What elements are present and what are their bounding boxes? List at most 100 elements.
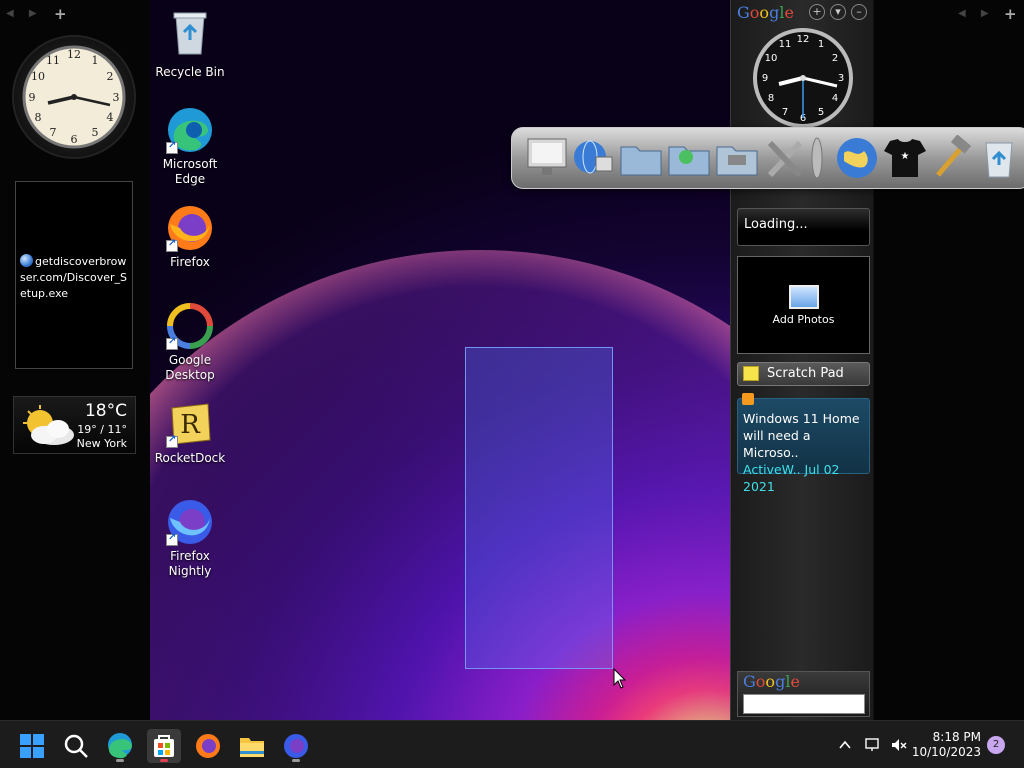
google-desktop-icon: [166, 302, 214, 350]
notification-badge[interactable]: 2: [987, 736, 1005, 754]
globe-icon: [20, 254, 33, 267]
desktop-icon-edge[interactable]: Microsoft Edge: [148, 106, 232, 187]
left-sidebar: ◀ ▶ + 12 1 2 3 45 6 78 9 10 11 getdiscoverbrow…: [0, 0, 150, 720]
tshirt-icon[interactable]: ★: [882, 135, 928, 181]
mouse-cursor-icon: [613, 668, 627, 689]
sidebar-nav-arrows[interactable]: ◀ ▶: [6, 8, 43, 19]
svg-text:10: 10: [31, 70, 45, 83]
desktop-screen: ◀ ▶ + 12 1 2 345 678 9 10 11 getdiscoverbrow…: [0, 0, 1024, 768]
svg-text:1: 1: [818, 39, 824, 50]
recycle-bin-icon: [173, 12, 207, 55]
folder-icon[interactable]: [618, 135, 664, 181]
download-gadget[interactable]: getdiscoverbrowser.com/Discover_Setup.ex…: [15, 181, 133, 369]
hammer-icon[interactable]: [928, 135, 974, 181]
menu-dropdown-button[interactable]: ▾: [830, 4, 846, 20]
firefox-icon: [196, 734, 220, 758]
clock-face-icon: 12 12 3 45 6 78 9 1011: [22, 45, 126, 149]
tray-time: 8:18 PM: [932, 730, 981, 744]
svg-text:8: 8: [768, 93, 774, 104]
google-search-gadget: Google: [737, 671, 870, 717]
add-gadget-button[interactable]: +: [54, 5, 67, 23]
start-button[interactable]: [15, 729, 49, 763]
svg-text:2: 2: [832, 53, 838, 64]
rocketdock-icon: R: [166, 400, 214, 448]
svg-text:6: 6: [71, 133, 78, 146]
add-photos-label[interactable]: Add Photos: [738, 313, 869, 326]
taskbar-firefox[interactable]: [191, 729, 225, 763]
svg-text:4: 4: [832, 93, 838, 104]
tray-clock[interactable]: 8:18 PM 10/10/2023: [912, 730, 981, 760]
desktop-icon-firefox-nightly[interactable]: Firefox Nightly: [148, 498, 232, 579]
scratch-pad-label: Scratch Pad: [767, 366, 844, 381]
drive-folder-icon[interactable]: [714, 135, 760, 181]
sticky-note-icon: [743, 366, 759, 381]
svg-text:★: ★: [901, 151, 910, 162]
loading-gadget: Loading...: [737, 208, 870, 246]
svg-text:4: 4: [107, 111, 114, 124]
recycle-bin-icon[interactable]: [976, 135, 1022, 181]
tray-date: 10/10/2023: [911, 745, 981, 759]
volume-muted-icon[interactable]: [890, 736, 908, 754]
desktop-icon-google-desktop[interactable]: Google Desktop: [148, 302, 232, 383]
svg-text:5: 5: [92, 126, 99, 139]
news-headline[interactable]: Windows 11 Home will need a Microso..: [743, 410, 864, 461]
add-gadget-button[interactable]: +: [809, 4, 825, 20]
desktop-icon-label: Firefox Nightly: [168, 549, 212, 578]
sidebar-nav-arrows[interactable]: ◀ ▶: [958, 8, 995, 19]
partly-cloudy-icon: [23, 405, 74, 445]
news-feed-gadget[interactable]: Windows 11 Home will need a Microso.. Ac…: [737, 393, 870, 494]
globe-icon[interactable]: [834, 135, 880, 181]
google-search-input[interactable]: [743, 694, 865, 714]
news-source-date: ActiveW.. Jul 02 2021: [743, 462, 840, 494]
svg-text:R: R: [180, 410, 201, 440]
minimize-sidebar-button[interactable]: –: [851, 4, 867, 20]
monitor-icon[interactable]: [524, 135, 570, 181]
svg-text:5: 5: [818, 107, 824, 118]
shortcut-arrow-icon: [166, 336, 178, 350]
svg-text:10: 10: [765, 53, 778, 64]
taskbar-firefox-nightly[interactable]: [279, 729, 313, 763]
svg-text:7: 7: [50, 126, 57, 139]
selection-rectangle: [465, 347, 613, 669]
taskbar-file-explorer[interactable]: [235, 729, 269, 763]
svg-text:11: 11: [779, 39, 792, 50]
google-logo: Google: [737, 3, 794, 22]
photo-icon: [788, 285, 819, 309]
desktop-icon-rocketdock[interactable]: R RocketDock: [148, 400, 232, 466]
scratch-pad-gadget[interactable]: Scratch Pad: [737, 362, 870, 386]
svg-text:12: 12: [67, 48, 81, 61]
search-icon: [64, 734, 88, 758]
green-folder-icon[interactable]: [666, 135, 712, 181]
edge-icon: [166, 106, 214, 154]
svg-text:3: 3: [838, 73, 844, 84]
desktop-wallpaper[interactable]: [150, 0, 730, 720]
network-globe-icon[interactable]: [570, 135, 616, 181]
desktop-icon-label: Microsoft Edge: [162, 157, 218, 186]
analog-clock-gadget[interactable]: 12 1 2 3 45 6 78 9 10 11: [12, 35, 136, 159]
separator-icon: [811, 137, 823, 179]
rocketdock-bar: ★: [511, 127, 1024, 189]
taskbar-store[interactable]: [147, 729, 181, 763]
shortcut-arrow-icon: [166, 434, 178, 448]
slideshow-gadget[interactable]: Add Photos: [737, 256, 870, 354]
google-logo: Google: [743, 672, 800, 691]
desktop-icon-recycle-bin[interactable]: Recycle Bin: [148, 10, 232, 80]
search-button[interactable]: [59, 729, 93, 763]
add-gadget-button[interactable]: +: [1004, 5, 1017, 23]
store-icon: [154, 735, 174, 757]
taskbar-edge[interactable]: [103, 729, 137, 763]
network-icon[interactable]: [864, 736, 882, 754]
tools-icon[interactable]: [762, 135, 808, 181]
weather-city: New York: [76, 437, 127, 450]
rss-icon: [742, 393, 754, 405]
download-file-link[interactable]: getdiscoverbrowser.com/Discover_Setup.ex…: [20, 254, 132, 302]
desktop-icon-label: Recycle Bin: [155, 65, 225, 79]
svg-text:12: 12: [797, 34, 810, 45]
temperature-range: 19° / 11°: [77, 423, 127, 436]
chevron-up-icon[interactable]: [837, 737, 853, 753]
desktop-icon-firefox[interactable]: Firefox: [148, 204, 232, 270]
analog-clock-dark-gadget[interactable]: 12 1 23 45 67 89 1011: [751, 26, 855, 130]
taskbar: 8:18 PM 10/10/2023 2: [0, 720, 1024, 768]
weather-gadget[interactable]: 18°C 19° / 11° New York: [13, 396, 136, 454]
svg-text:8: 8: [35, 111, 42, 124]
